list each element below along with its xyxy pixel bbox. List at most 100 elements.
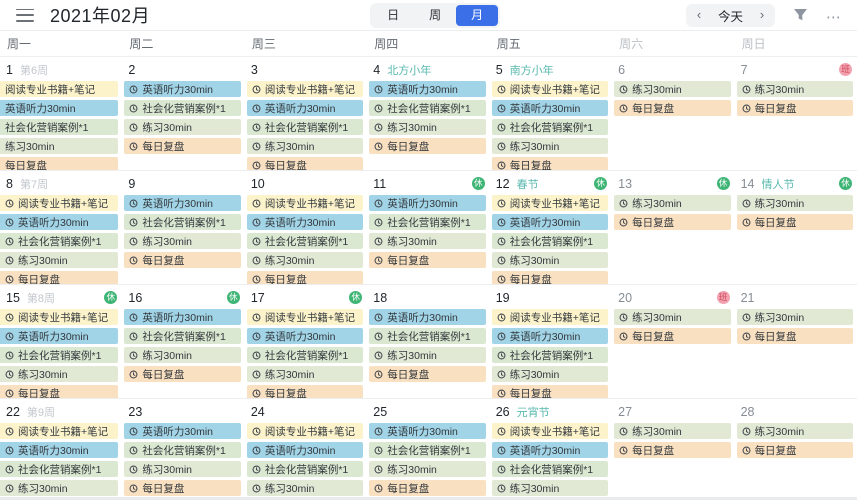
event-pill-practice[interactable]: 练习30min xyxy=(614,195,731,211)
event-pill-practice[interactable]: 练习30min xyxy=(124,233,241,249)
event-pill-reading[interactable]: 阅读专业书籍+笔记 xyxy=(0,309,119,325)
event-pill-marketing[interactable]: 社会化营销案例*1 xyxy=(0,461,119,477)
event-pill-english[interactable]: 英语听力30min xyxy=(491,100,609,116)
event-pill-english[interactable]: 英语听力30min xyxy=(246,328,364,344)
event-pill-practice[interactable]: 练习30min xyxy=(246,138,364,154)
event-pill-review[interactable]: 每日复盘 xyxy=(369,366,486,382)
event-pill-marketing[interactable]: 社会化营销案例*1 xyxy=(0,119,119,135)
event-pill-review[interactable]: 每日复盘 xyxy=(0,157,119,170)
next-button[interactable]: › xyxy=(751,5,773,26)
event-pill-review[interactable]: 每日复盘 xyxy=(369,252,486,268)
event-pill-practice[interactable]: 练习30min xyxy=(369,461,486,477)
day-cell[interactable]: 21 练习30min 每日复盘 xyxy=(734,284,857,398)
event-pill-review[interactable]: 每日复盘 xyxy=(614,328,731,344)
day-cell[interactable]: 1 第6周 阅读专业书籍+笔记 英语听力30min 社会化营销案例*1 练习30min 每日… xyxy=(0,56,123,170)
event-pill-marketing[interactable]: 社会化营销案例*1 xyxy=(491,347,609,363)
event-pill-english[interactable]: 英语听力30min xyxy=(369,195,486,211)
event-pill-english[interactable]: 英语听力30min xyxy=(124,195,241,211)
event-pill-marketing[interactable]: 社会化营销案例*1 xyxy=(246,347,364,363)
event-pill-review[interactable]: 每日复盘 xyxy=(491,157,609,170)
event-pill-reading[interactable]: 阅读专业书籍+笔记 xyxy=(491,81,609,97)
event-pill-marketing[interactable]: 社会化营销案例*1 xyxy=(246,233,364,249)
filter-icon[interactable] xyxy=(793,8,808,22)
event-pill-practice[interactable]: 练习30min xyxy=(491,138,609,154)
day-cell[interactable]: 12 春节 休阅读专业书籍+笔记 英语听力30min 社会化营销案例*1 练习30min 每… xyxy=(489,170,613,284)
more-icon[interactable]: ⋯ xyxy=(826,7,843,25)
event-pill-reading[interactable]: 阅读专业书籍+笔记 xyxy=(246,423,364,439)
event-pill-reading[interactable]: 阅读专业书籍+笔记 xyxy=(0,81,119,97)
today-button[interactable]: 今天 xyxy=(710,5,751,26)
event-pill-reading[interactable]: 阅读专业书籍+笔记 xyxy=(246,81,364,97)
event-pill-marketing[interactable]: 社会化营销案例*1 xyxy=(246,461,364,477)
event-pill-practice[interactable]: 练习30min xyxy=(736,309,853,325)
day-cell[interactable]: 24阅读专业书籍+笔记英语听力30min社会化营销案例*1练习30min每日复盘 xyxy=(244,398,368,500)
view-option-1[interactable]: 周 xyxy=(414,5,456,26)
day-cell[interactable]: 6 练习30min 每日复盘 xyxy=(612,56,735,170)
event-pill-review[interactable]: 每日复盘 xyxy=(736,100,853,116)
event-pill-review[interactable]: 每日复盘 xyxy=(491,271,609,284)
event-pill-practice[interactable]: 练习30min xyxy=(614,309,731,325)
event-pill-english[interactable]: 英语听力30min xyxy=(0,442,119,458)
event-pill-english[interactable]: 英语听力30min xyxy=(0,328,119,344)
event-pill-practice[interactable]: 练习30min xyxy=(614,81,731,97)
day-cell[interactable]: 20 班练习30min 每日复盘 xyxy=(612,284,735,398)
event-pill-english[interactable]: 英语听力30min xyxy=(0,214,119,230)
day-cell[interactable]: 17 休阅读专业书籍+笔记 英语听力30min 社会化营销案例*1 练习30min 每日复… xyxy=(244,284,368,398)
event-pill-review[interactable]: 每日复盘 xyxy=(124,480,241,496)
event-pill-practice[interactable]: 练习30min xyxy=(246,366,364,382)
event-pill-marketing[interactable]: 社会化营销案例*1 xyxy=(369,328,486,344)
day-cell[interactable]: 23 英语听力30min 社会化营销案例*1 练习30min 每日复盘 xyxy=(122,398,245,500)
event-pill-practice[interactable]: 练习30min xyxy=(0,366,119,382)
event-pill-review[interactable]: 每日复盘 xyxy=(491,385,609,398)
prev-button[interactable]: ‹ xyxy=(688,5,710,26)
event-pill-english[interactable]: 英语听力30min xyxy=(491,328,609,344)
event-pill-marketing[interactable]: 社会化营销案例*1 xyxy=(124,100,241,116)
event-pill-review[interactable]: 每日复盘 xyxy=(614,442,731,458)
event-pill-review[interactable]: 每日复盘 xyxy=(369,480,486,496)
day-cell[interactable]: 16 休英语听力30min 社会化营销案例*1 练习30min 每日复盘 xyxy=(122,284,245,398)
event-pill-review[interactable]: 每日复盘 xyxy=(246,271,364,284)
event-pill-marketing[interactable]: 社会化营销案例*1 xyxy=(246,119,364,135)
event-pill-review[interactable]: 每日复盘 xyxy=(124,138,241,154)
event-pill-practice[interactable]: 练习30min xyxy=(491,252,609,268)
event-pill-review[interactable]: 每日复盘 xyxy=(614,214,731,230)
event-pill-practice[interactable]: 练习30min xyxy=(0,480,119,496)
event-pill-review[interactable]: 每日复盘 xyxy=(124,366,241,382)
event-pill-marketing[interactable]: 社会化营销案例*1 xyxy=(0,347,119,363)
event-pill-marketing[interactable]: 社会化营销案例*1 xyxy=(369,442,486,458)
event-pill-reading[interactable]: 阅读专业书籍+笔记 xyxy=(491,195,609,211)
day-cell[interactable]: 8 第7周 阅读专业书籍+笔记 英语听力30min 社会化营销案例*1 练习30min 每日… xyxy=(0,170,123,284)
event-pill-english[interactable]: 英语听力30min xyxy=(246,214,364,230)
day-cell[interactable]: 13 休练习30min 每日复盘 xyxy=(612,170,735,284)
event-pill-practice[interactable]: 练习30min xyxy=(369,233,486,249)
event-pill-practice[interactable]: 练习30min xyxy=(491,480,609,496)
day-cell[interactable]: 22第9周阅读专业书籍+笔记英语听力30min社会化营销案例*1练习30min每… xyxy=(0,398,123,500)
event-pill-english[interactable]: 英语听力30min xyxy=(491,214,609,230)
event-pill-review[interactable]: 每日复盘 xyxy=(736,214,853,230)
day-cell[interactable]: 7 班练习30min 每日复盘 xyxy=(734,56,857,170)
event-pill-review[interactable]: 每日复盘 xyxy=(614,100,731,116)
event-pill-english[interactable]: 英语听力30min xyxy=(491,442,609,458)
event-pill-review[interactable]: 每日复盘 xyxy=(0,385,119,398)
day-cell[interactable]: 15 第8周 休阅读专业书籍+笔记 英语听力30min 社会化营销案例*1 练习30min… xyxy=(0,284,123,398)
day-cell[interactable]: 27 练习30min 每日复盘 xyxy=(612,398,735,500)
event-pill-review[interactable]: 每日复盘 xyxy=(0,271,119,284)
event-pill-practice[interactable]: 练习30min xyxy=(736,423,853,439)
event-pill-english[interactable]: 英语听力30min xyxy=(246,100,364,116)
event-pill-english[interactable]: 英语听力30min xyxy=(246,442,364,458)
event-pill-practice[interactable]: 练习30min xyxy=(246,480,364,496)
event-pill-marketing[interactable]: 社会化营销案例*1 xyxy=(124,328,241,344)
view-option-0[interactable]: 日 xyxy=(372,5,414,26)
event-pill-review[interactable]: 每日复盘 xyxy=(124,252,241,268)
day-cell[interactable]: 14 情人节 休练习30min 每日复盘 xyxy=(734,170,857,284)
event-pill-reading[interactable]: 阅读专业书籍+笔记 xyxy=(0,423,119,439)
event-pill-practice[interactable]: 练习30min xyxy=(736,195,853,211)
event-pill-review[interactable]: 每日复盘 xyxy=(369,138,486,154)
event-pill-english[interactable]: 英语听力30min xyxy=(369,423,486,439)
day-cell[interactable]: 18 英语听力30min 社会化营销案例*1 练习30min 每日复盘 xyxy=(367,284,490,398)
event-pill-review[interactable]: 每日复盘 xyxy=(736,328,853,344)
day-cell[interactable]: 11 休英语听力30min 社会化营销案例*1 练习30min 每日复盘 xyxy=(367,170,490,284)
event-pill-marketing[interactable]: 社会化营销案例*1 xyxy=(491,461,609,477)
day-cell[interactable]: 2 英语听力30min 社会化营销案例*1 练习30min 每日复盘 xyxy=(122,56,245,170)
view-option-2[interactable]: 月 xyxy=(456,4,499,26)
